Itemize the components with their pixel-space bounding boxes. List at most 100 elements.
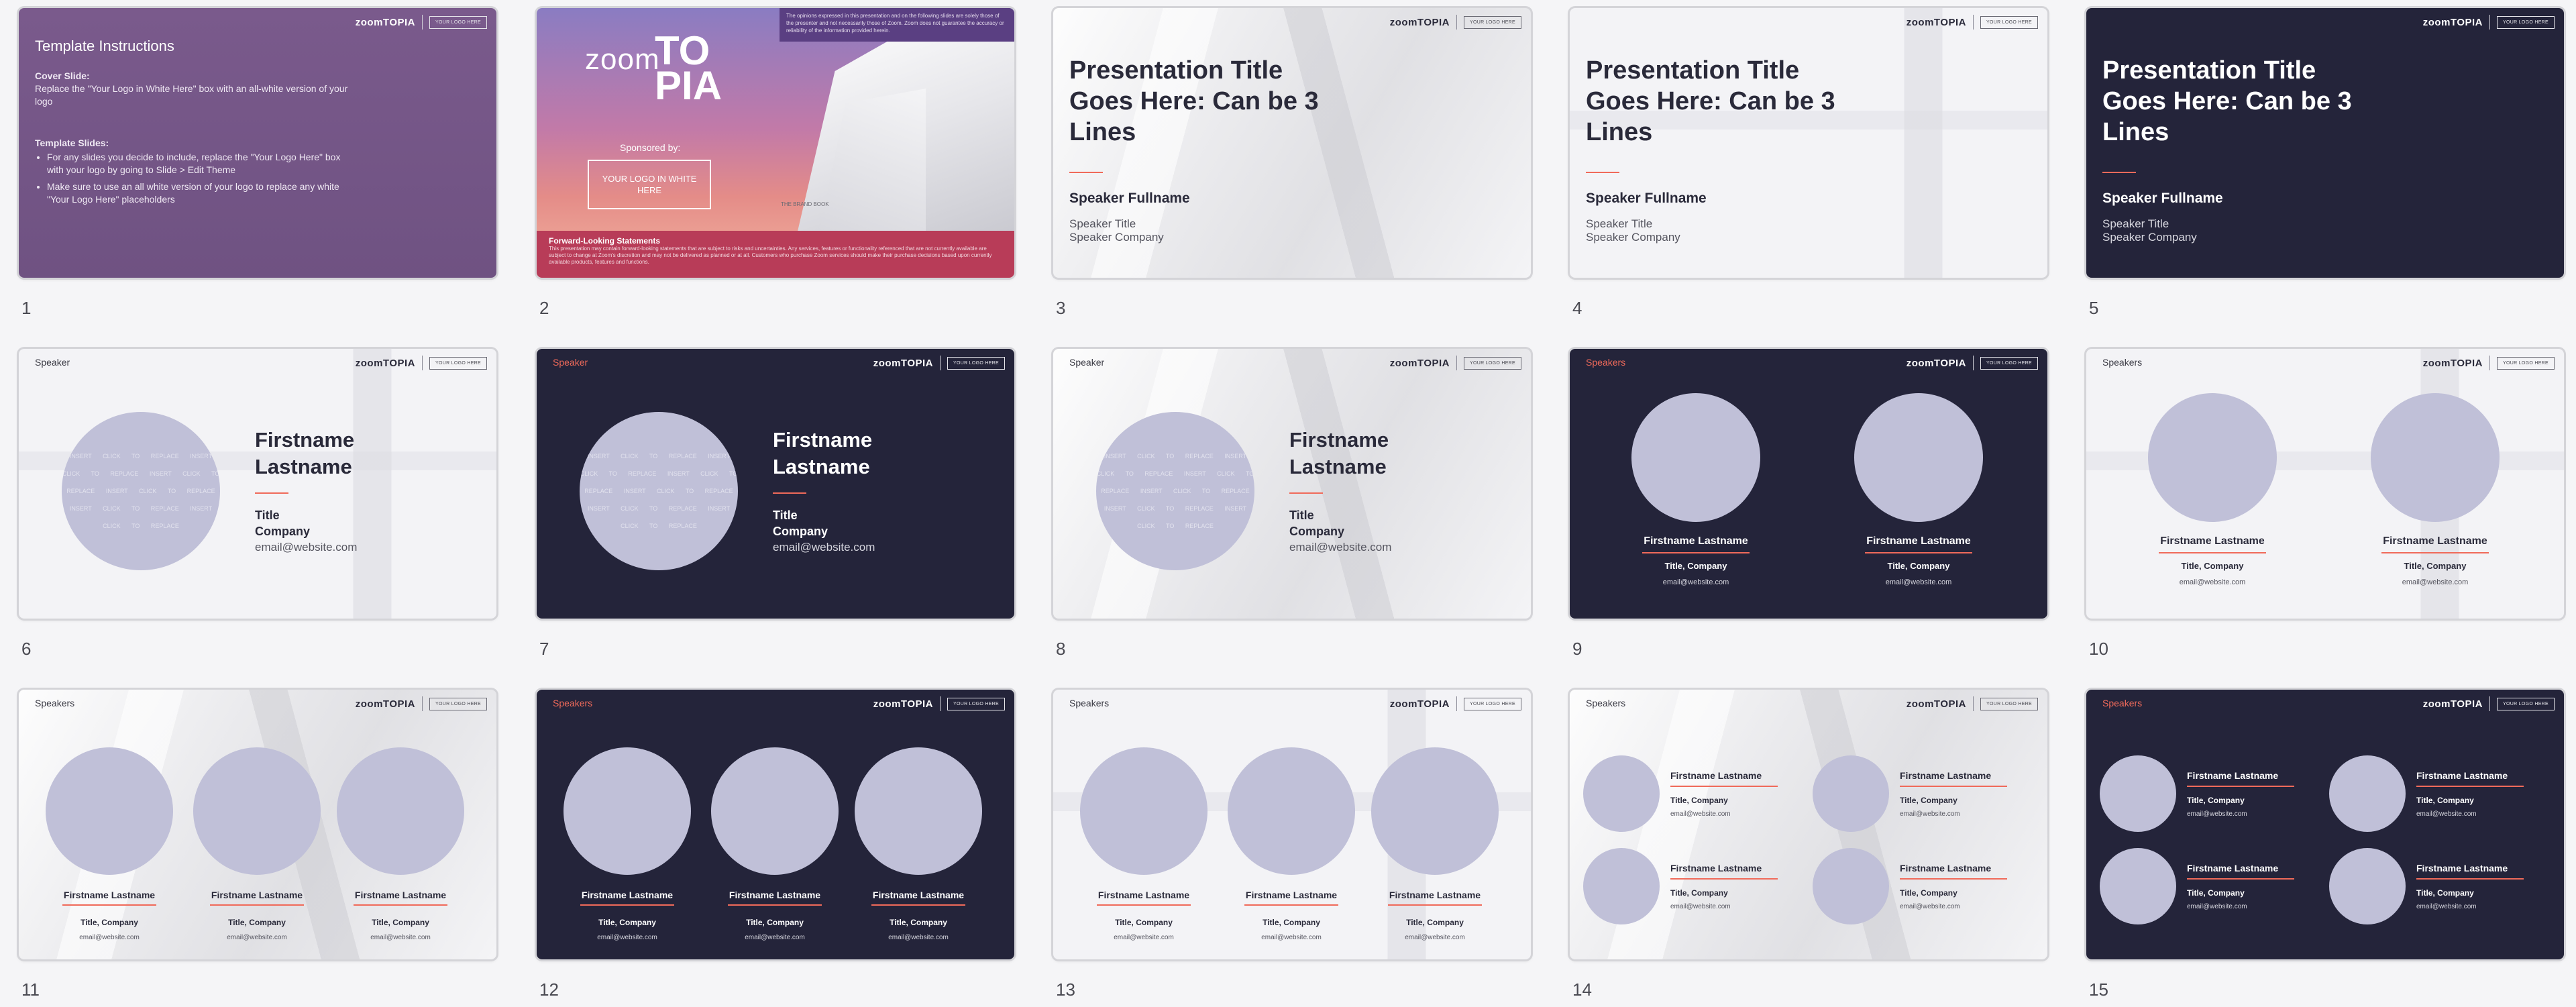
forward-looking-box: Forward-Looking Statements This presenta…	[537, 231, 1014, 278]
slide-preview[interactable]: Speakers zoomTOPIA YOUR LOGO HERE Firstn…	[2086, 690, 2564, 959]
speaker-title: Speaker Title	[1586, 217, 1653, 230]
speaker-photo-placeholder[interactable]	[2100, 848, 2176, 924]
slide-thumb-15[interactable]: Speakers zoomTOPIA YOUR LOGO HERE Firstn…	[2086, 690, 2564, 1000]
speaker-photo-placeholder[interactable]	[711, 747, 839, 875]
accent-line	[871, 904, 965, 906]
speaker-photo-placeholder[interactable]: INSERT CLICK TO REPLACE INSERT CLICK TO …	[62, 412, 220, 570]
accent-line	[2159, 552, 2266, 553]
speaker-photo-placeholder[interactable]	[1813, 848, 1889, 924]
speaker-email: email@website.com	[1662, 578, 1729, 586]
speaker-photo-placeholder[interactable]	[1080, 747, 1208, 875]
speaker-photo-placeholder[interactable]	[1228, 747, 1355, 875]
slide-preview[interactable]: Speaker zoomTOPIA YOUR LOGO HERE INSERT …	[537, 349, 1014, 619]
brand-divider	[422, 15, 423, 30]
accent-line	[2416, 878, 2524, 880]
speaker-title-company: Title, Company	[1900, 796, 1957, 805]
accent-line	[255, 492, 288, 494]
speaker-email: email@website.com	[2416, 810, 2477, 818]
slide-preview[interactable]: zoomTOPIA YOUR LOGO HERE Presentation Ti…	[1053, 8, 1531, 278]
slide-preview[interactable]: Speakers zoomTOPIA YOUR LOGO HERE Firstn…	[2086, 349, 2564, 619]
slide-preview[interactable]: Speakers zoomTOPIA YOUR LOGO HERE Firstn…	[1570, 349, 2047, 619]
slide-thumb-6[interactable]: Speaker zoomTOPIA YOUR LOGO HERE INSERT …	[19, 349, 496, 659]
slide-preview[interactable]: Speakers zoomTOPIA YOUR LOGO HERE Firstn…	[1570, 690, 2047, 959]
speaker-photo-placeholder[interactable]: INSERT CLICK TO REPLACE INSERT CLICK TO …	[1096, 412, 1254, 570]
slide-thumb-1[interactable]: zoomTOPIA YOUR LOGO HERE Template Instru…	[19, 8, 496, 318]
slide-thumb-14[interactable]: Speakers zoomTOPIA YOUR LOGO HERE Firstn…	[1570, 690, 2047, 1000]
speaker-email: email@website.com	[1900, 903, 1960, 910]
speaker-photo-placeholder[interactable]	[1813, 755, 1889, 832]
presentation-title: Presentation Title Goes Here: Can be 3 L…	[2102, 56, 2352, 146]
speaker-name: Firstname Lastname	[2383, 535, 2487, 547]
slide-tag: Speakers	[1069, 698, 1110, 708]
logo-placeholder: YOUR LOGO HERE	[2497, 356, 2555, 370]
speaker-photo-placeholder[interactable]	[1854, 393, 1983, 522]
slide-tag: Speaker	[553, 357, 588, 368]
speaker-company: Company	[255, 525, 311, 538]
brand-wordmark: zoomTOPIA	[873, 357, 933, 369]
slide-thumb-4[interactable]: zoomTOPIA YOUR LOGO HERE Presentation Ti…	[1570, 8, 2047, 318]
speaker-photo-placeholder[interactable]	[1583, 755, 1660, 832]
bullet-item: For any slides you decide to include, re…	[47, 151, 350, 176]
speaker-photo-placeholder[interactable]	[2148, 393, 2277, 522]
slide-thumb-8[interactable]: Speaker zoomTOPIA YOUR LOGO HERE INSERT …	[1053, 349, 1531, 659]
speaker-photo-placeholder[interactable]	[2371, 393, 2500, 522]
speaker-title-company: Title, Company	[890, 918, 947, 927]
slide-thumb-2[interactable]: THE BRAND BOOK The opinions expressed in…	[537, 8, 1014, 318]
speaker-title-company: Title, Company	[598, 918, 656, 927]
speaker-title: Title	[255, 509, 280, 522]
accent-line	[1586, 172, 1619, 173]
speaker-photo-placeholder[interactable]	[46, 747, 173, 875]
speaker-photo-placeholder[interactable]	[193, 747, 321, 875]
slide-preview[interactable]: Speakers zoomTOPIA YOUR LOGO HERE Firstn…	[537, 690, 1014, 959]
speaker-photo-placeholder[interactable]	[337, 747, 464, 875]
slide-tag: Speakers	[35, 698, 75, 708]
speaker-photo-placeholder[interactable]	[2100, 755, 2176, 832]
slide-preview[interactable]: zoomTOPIA YOUR LOGO HERE Presentation Ti…	[2086, 8, 2564, 278]
sponsored-by-label: Sponsored by:	[620, 142, 681, 153]
slide-preview[interactable]: Speakers zoomTOPIA YOUR LOGO HERE Firstn…	[19, 690, 496, 959]
slide-number: 11	[21, 979, 40, 1000]
accent-line	[210, 904, 304, 906]
speaker-photo-placeholder[interactable]	[2329, 848, 2406, 924]
speaker-photo-placeholder[interactable]	[564, 747, 691, 875]
accent-line	[580, 904, 674, 906]
slide-thumb-13[interactable]: Speakers zoomTOPIA YOUR LOGO HERE Firstn…	[1053, 690, 1531, 1000]
speaker-photo-placeholder[interactable]	[855, 747, 982, 875]
speaker-photo-placeholder[interactable]	[1631, 393, 1760, 522]
slide-preview[interactable]: THE BRAND BOOK The opinions expressed in…	[537, 8, 1014, 278]
slide-thumb-10[interactable]: Speakers zoomTOPIA YOUR LOGO HERE Firstn…	[2086, 349, 2564, 659]
logo-placeholder: YOUR LOGO HERE	[1980, 356, 2038, 370]
speaker-company: Company	[1289, 525, 1345, 538]
slide-thumb-5[interactable]: zoomTOPIA YOUR LOGO HERE Presentation Ti…	[2086, 8, 2564, 318]
brand-wordmark: zoomTOPIA	[1906, 16, 1966, 28]
slide-preview[interactable]: zoomTOPIA YOUR LOGO HERE Template Instru…	[19, 8, 496, 278]
speaker-name: Firstname Lastname	[2187, 863, 2279, 873]
slide-thumb-9[interactable]: Speakers zoomTOPIA YOUR LOGO HERE Firstn…	[1570, 349, 2047, 659]
brand-bar: zoomTOPIA YOUR LOGO HERE	[2423, 696, 2555, 711]
speaker-fullname: Speaker Fullname	[2102, 191, 2223, 206]
slide-preview[interactable]: Speaker zoomTOPIA YOUR LOGO HERE INSERT …	[19, 349, 496, 619]
brand-divider	[422, 356, 423, 370]
disclaimer-box: The opinions expressed in this presentat…	[780, 8, 1014, 42]
slide-thumb-12[interactable]: Speakers zoomTOPIA YOUR LOGO HERE Firstn…	[537, 690, 1014, 1000]
slide-preview[interactable]: Speakers zoomTOPIA YOUR LOGO HERE Firstn…	[1053, 690, 1531, 959]
slide-thumb-11[interactable]: Speakers zoomTOPIA YOUR LOGO HERE Firstn…	[19, 690, 496, 1000]
speaker-photo-placeholder[interactable]	[2329, 755, 2406, 832]
slide-tag: Speakers	[553, 698, 593, 708]
speaker-title-company: Title, Company	[2416, 888, 2474, 898]
slide-preview[interactable]: zoomTOPIA YOUR LOGO HERE Presentation Ti…	[1570, 8, 2047, 278]
speaker-company: Company	[773, 525, 828, 538]
speaker-photo-placeholder[interactable]	[1583, 848, 1660, 924]
accent-line	[1069, 172, 1103, 173]
accent-line	[728, 904, 822, 906]
speaker-photo-placeholder[interactable]	[1371, 747, 1499, 875]
brand-bar: zoomTOPIA YOUR LOGO HERE	[1907, 356, 2038, 370]
brand-divider	[1973, 15, 1974, 30]
logo-placeholder: YOUR LOGO HERE	[1464, 15, 1521, 29]
slide-preview[interactable]: Speaker zoomTOPIA YOUR LOGO HERE INSERT …	[1053, 349, 1531, 619]
slide-thumb-3[interactable]: zoomTOPIA YOUR LOGO HERE Presentation Ti…	[1053, 8, 1531, 318]
placeholder-text: INSERT CLICK TO REPLACE INSERT CLICK TO …	[580, 453, 738, 529]
speaker-photo-placeholder[interactable]: INSERT CLICK TO REPLACE INSERT CLICK TO …	[580, 412, 738, 570]
cover-heading: Cover Slide:	[35, 70, 90, 81]
slide-thumb-7[interactable]: Speaker zoomTOPIA YOUR LOGO HERE INSERT …	[537, 349, 1014, 659]
